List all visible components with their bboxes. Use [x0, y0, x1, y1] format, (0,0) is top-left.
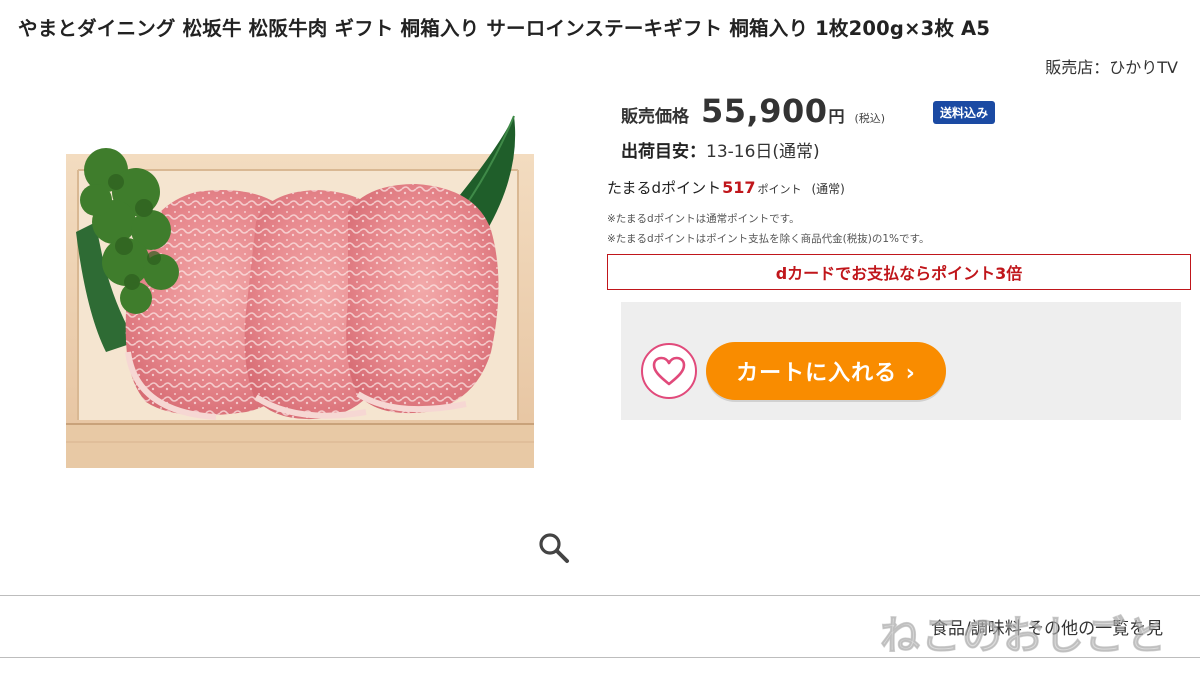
add-to-cart-button[interactable]: カートに入れる ›	[706, 342, 946, 400]
price-value: 55,900	[701, 92, 828, 130]
shipping-included-badge: 送料込み	[933, 101, 996, 124]
points-unit: ポイント	[757, 183, 802, 196]
section-divider-bottom	[0, 657, 1200, 658]
wagyu-steak-photo	[66, 115, 534, 468]
points-note: (通常)	[811, 182, 845, 196]
points-row: たまるdポイント 517 ポイント (通常)	[607, 177, 845, 198]
dcard-promo-banner[interactable]: dカードでお支払ならポイント3倍	[607, 254, 1191, 290]
section-divider-top	[0, 595, 1200, 596]
points-value: 517	[722, 178, 756, 197]
product-image[interactable]	[66, 112, 534, 468]
favorite-button[interactable]	[641, 343, 697, 399]
category-list-link[interactable]: 食品/調味料 その他の一覧を見	[931, 614, 1163, 639]
points-fine-print-1: ※たまるdポイントは通常ポイントです。	[607, 213, 800, 225]
heart-icon	[652, 356, 686, 386]
points-fine-print-2: ※たまるdポイントはポイント支払を除く商品代金(税抜)の1%です。	[607, 233, 930, 245]
seller-name[interactable]: 販売店：ひかりTV	[1045, 54, 1178, 78]
price-row: 販売価格 55,900 円 (税込)	[621, 92, 885, 132]
shipping-value: 13-16日(通常)	[706, 142, 820, 162]
price-unit: 円	[828, 107, 845, 126]
shipping-label: 出荷目安：	[621, 142, 706, 162]
price-label: 販売価格	[621, 107, 689, 127]
tax-note: (税込)	[854, 112, 886, 125]
zoom-icon[interactable]	[536, 530, 572, 566]
points-label: たまるdポイント	[607, 179, 722, 197]
product-title: やまとダイニング 松坂牛 松阪牛肉 ギフト 桐箱入り サーロインステーキギフト …	[18, 17, 991, 40]
shipping-estimate: 出荷目安：13-16日(通常)	[621, 137, 820, 162]
